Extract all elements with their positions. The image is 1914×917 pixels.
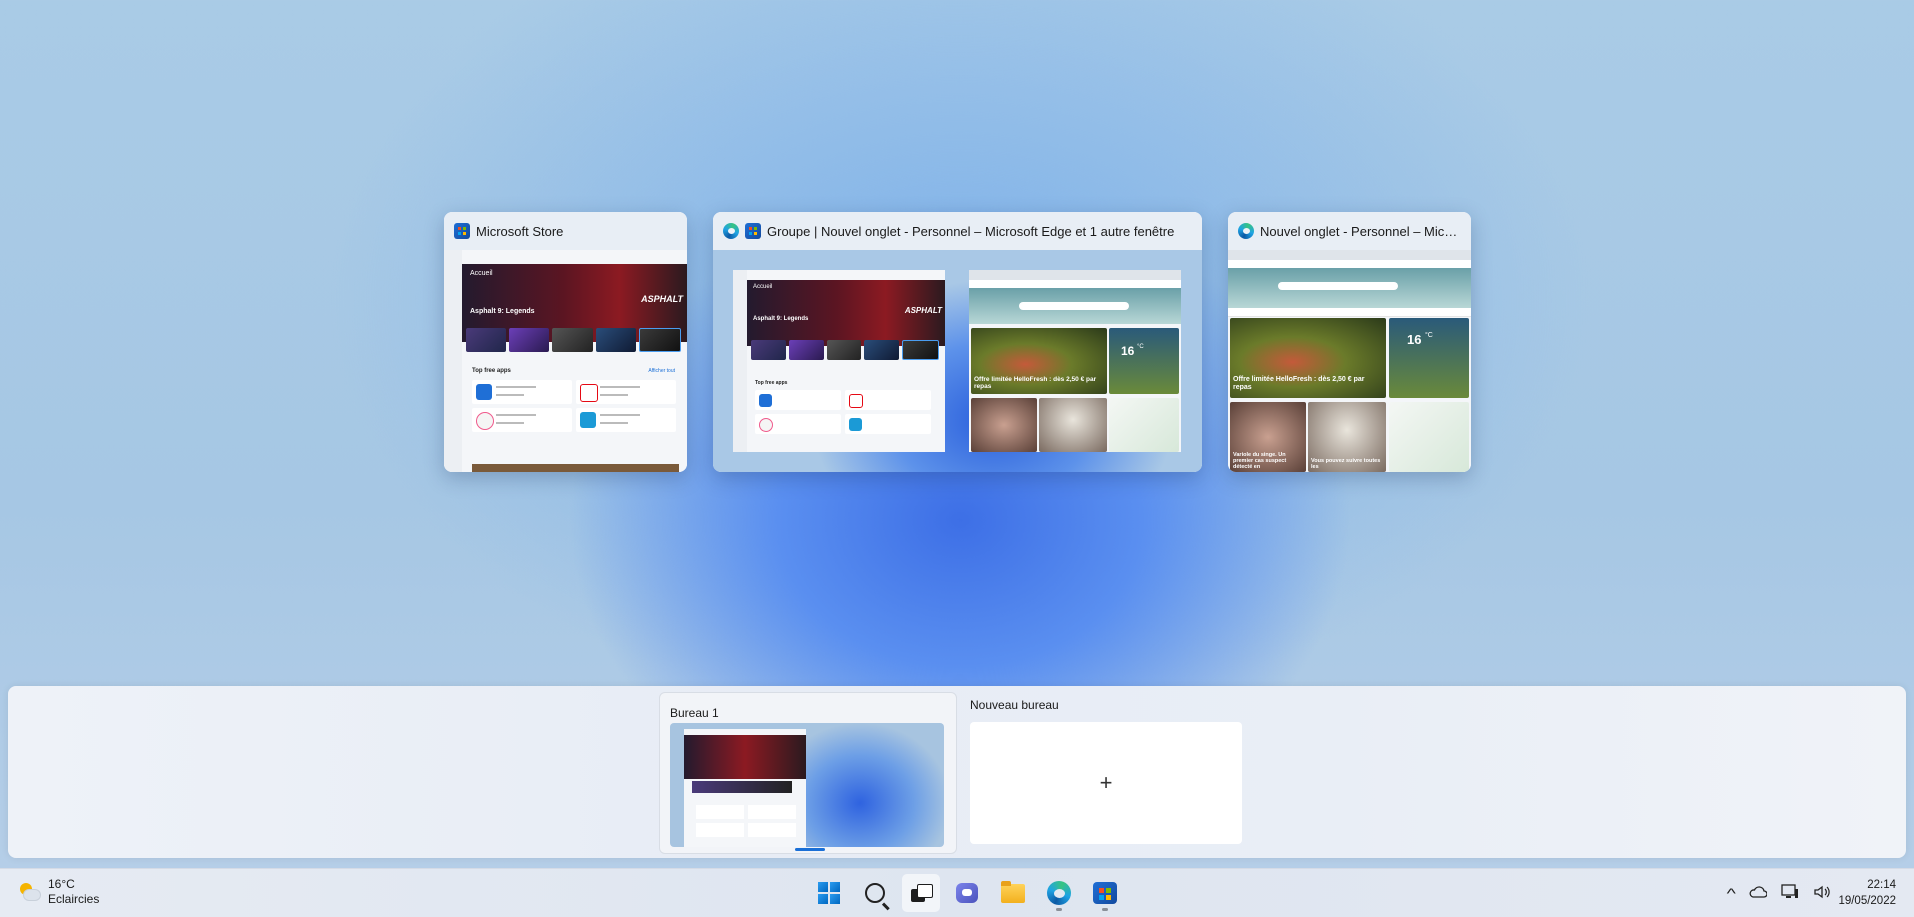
- window-title-bar: Microsoft Store: [444, 212, 687, 250]
- new-desktop-button[interactable]: +: [970, 722, 1242, 844]
- volume-icon[interactable]: [1813, 884, 1831, 903]
- microsoft-store-icon: [745, 223, 761, 239]
- window-preview: Offre limitée HelloFresh : dès 2,50 € pa…: [1228, 250, 1471, 472]
- chat-button[interactable]: [948, 874, 986, 912]
- window-preview: Accueil Asphalt 9: Legends ASPHALT Top f…: [444, 250, 687, 472]
- folder-icon: [1001, 880, 1025, 903]
- store-app-row: [576, 380, 676, 404]
- new-desktop-label: Nouveau bureau: [970, 698, 1059, 712]
- taskbar: 16°C Eclaircies ^ 22:14 19/05/2022: [0, 868, 1914, 917]
- map-tile: [1109, 398, 1179, 452]
- search-button[interactable]: [856, 874, 894, 912]
- onedrive-icon[interactable]: [1749, 885, 1768, 901]
- system-tray: ^: [1727, 869, 1831, 917]
- window-title-bar: Nouvel onglet - Personnel – Micro...: [1228, 212, 1471, 250]
- store-section-title: Top free apps: [472, 368, 511, 374]
- group-edge-preview: Offre limitée HelloFresh : dès 2,50 € pa…: [969, 270, 1181, 452]
- news-tile: [971, 398, 1037, 452]
- microsoft-store-icon: [454, 223, 470, 239]
- news-tile: [1039, 398, 1107, 452]
- weather-temp: 16°C: [48, 877, 75, 891]
- start-button[interactable]: [810, 874, 848, 912]
- weather-widget[interactable]: 16°C Eclaircies: [18, 877, 99, 907]
- store-footer-banner: [472, 464, 679, 472]
- taskbar-apps: [810, 869, 1124, 917]
- clock[interactable]: 22:14 19/05/2022: [1838, 877, 1896, 909]
- active-desktop-indicator: [795, 848, 825, 851]
- window-title: Nouvel onglet - Personnel – Micro...: [1260, 223, 1461, 239]
- store-section-title: Top free apps: [755, 380, 788, 386]
- task-view-icon: [911, 884, 933, 902]
- store-app-row: [472, 380, 572, 404]
- running-indicator: [1102, 908, 1108, 911]
- microsoft-store-icon: [1093, 882, 1117, 904]
- edge-taskbar-button[interactable]: [1040, 874, 1078, 912]
- task-view-button[interactable]: [902, 874, 940, 912]
- window-title: Groupe | Nouvel onglet - Personnel – Mic…: [767, 223, 1175, 239]
- weather-tile: 16 °C: [1109, 328, 1179, 394]
- virtual-desktops-strip: Bureau 1 Nouveau bureau +: [8, 686, 1906, 858]
- store-hero-brand: ASPHALT: [641, 294, 683, 304]
- store-hero-title: Asphalt 9: Legends: [753, 316, 809, 322]
- search-icon: [865, 883, 885, 903]
- window-card-edge[interactable]: Nouvel onglet - Personnel – Micro... Off…: [1228, 212, 1471, 472]
- clock-date: 19/05/2022: [1838, 895, 1896, 907]
- weather-desc: Eclaircies: [48, 892, 100, 906]
- desktop-preview-window: [684, 729, 806, 847]
- desktop-preview: [670, 723, 944, 847]
- windows-logo-icon: [818, 882, 840, 904]
- store-home-label: Accueil: [753, 284, 773, 290]
- store-hero-title: Asphalt 9: Legends: [470, 308, 535, 315]
- map-tile: [1389, 402, 1469, 472]
- window-card-group[interactable]: Groupe | Nouvel onglet - Personnel – Mic…: [713, 212, 1202, 472]
- file-explorer-button[interactable]: [994, 874, 1032, 912]
- weather-tile: 16 °C: [1389, 318, 1469, 398]
- desktop-label: Bureau 1: [670, 706, 719, 720]
- window-preview: Accueil Asphalt 9: Legends ASPHALT Top f…: [713, 250, 1202, 472]
- clock-time: 22:14: [1867, 879, 1896, 891]
- store-app-row: [472, 408, 572, 432]
- running-indicator: [1056, 908, 1062, 911]
- edge-icon: [1238, 223, 1254, 239]
- group-store-preview: Accueil Asphalt 9: Legends ASPHALT Top f…: [733, 270, 945, 452]
- news-tile: Vous pouvez suivre toutes les: [1308, 402, 1386, 472]
- window-title-bar: Groupe | Nouvel onglet - Personnel – Mic…: [713, 212, 1202, 250]
- window-card-microsoft-store[interactable]: Microsoft Store Accueil Asphalt 9: Legen…: [444, 212, 687, 472]
- news-tile: Offre limitée HelloFresh : dès 2,50 € pa…: [1230, 318, 1386, 398]
- network-icon[interactable]: [1780, 883, 1799, 903]
- desktop-bureau-1[interactable]: Bureau 1: [659, 692, 957, 854]
- teams-chat-icon: [956, 883, 978, 903]
- tray-chevron-icon[interactable]: ^: [1727, 885, 1736, 901]
- edge-icon: [1047, 881, 1071, 905]
- store-app-row: [576, 408, 676, 432]
- news-tile: Offre limitée HelloFresh : dès 2,50 € pa…: [971, 328, 1107, 394]
- window-title: Microsoft Store: [476, 223, 564, 239]
- store-hero-thumbnails: [466, 328, 682, 352]
- store-sidebar: [444, 250, 462, 472]
- store-hero-brand: ASPHALT: [904, 306, 942, 315]
- news-tile: Variole du singe. Un premier cas suspect…: [1230, 402, 1306, 472]
- edge-icon: [723, 223, 739, 239]
- store-taskbar-button[interactable]: [1086, 874, 1124, 912]
- partly-sunny-icon: [18, 881, 40, 903]
- store-see-all-link: Afficher tout: [648, 368, 675, 374]
- store-home-label: Accueil: [470, 270, 493, 277]
